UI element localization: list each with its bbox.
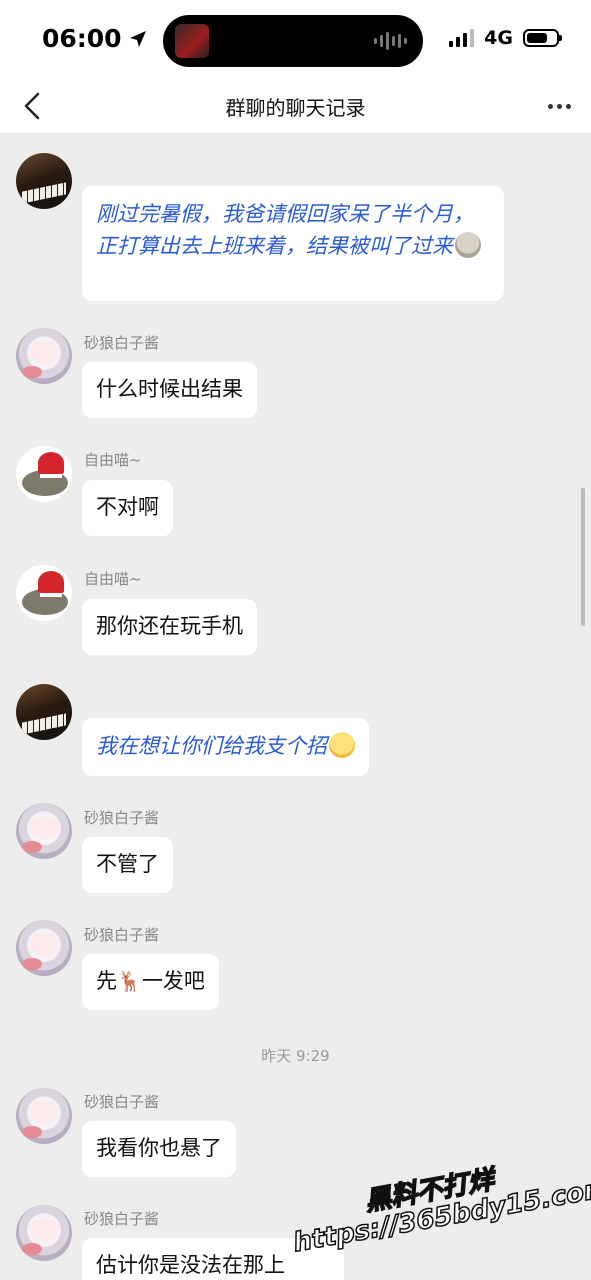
avatar[interactable] bbox=[16, 684, 72, 740]
message-text: 我在想让你们给我支个招 bbox=[96, 734, 327, 758]
sender-name: 自由喵~ bbox=[84, 451, 142, 469]
message-text: 那你还在玩手机 bbox=[96, 614, 243, 638]
message-bubble[interactable]: 不对啊 bbox=[82, 480, 173, 536]
network-type: 4G bbox=[484, 27, 513, 49]
status-time: 06:00 bbox=[42, 24, 148, 53]
message-text: 一发吧 bbox=[141, 969, 205, 993]
message-text: 什么时候出结果 bbox=[96, 377, 243, 401]
avatar[interactable] bbox=[16, 1088, 72, 1144]
message-text: 刚过完暑假，我爸请假回家呆了半个月，正打算出去上班来着，结果被叫了过来 bbox=[96, 202, 474, 258]
time-text: 06:00 bbox=[42, 24, 122, 53]
message-bubble[interactable]: 我在想让你们给我支个招 bbox=[82, 718, 369, 776]
sender-name: 自由喵~ bbox=[84, 570, 142, 588]
sender-name: 砂狼白子酱 bbox=[84, 1093, 160, 1111]
avatar[interactable] bbox=[16, 565, 72, 621]
sender-name: 砂狼白子酱 bbox=[84, 334, 160, 352]
message-text: 估计你是没法在那上 bbox=[96, 1253, 285, 1277]
avatar[interactable] bbox=[16, 803, 72, 859]
message-bubble[interactable]: 那你还在玩手机 bbox=[82, 599, 257, 655]
page-title: 群聊的聊天记录 bbox=[225, 96, 366, 120]
nav-bar: 群聊的聊天记录 bbox=[0, 80, 591, 134]
sender-name: 砂狼白子酱 bbox=[84, 809, 160, 827]
smirk-emoji-icon bbox=[329, 732, 355, 758]
message-bubble[interactable]: 不管了 bbox=[82, 837, 173, 893]
location-arrow-icon bbox=[129, 30, 146, 47]
message-text: 先 bbox=[96, 969, 117, 993]
message-bubble[interactable]: 我看你也悬了 bbox=[82, 1121, 236, 1177]
message-timestamp: 昨天 9:29 bbox=[261, 1047, 330, 1065]
signal-icon bbox=[449, 29, 475, 47]
watermark: 黑料不打烊 https://365bdy15.com bbox=[285, 1143, 591, 1280]
message-bubble[interactable]: 先🦌一发吧 bbox=[82, 954, 219, 1010]
message-text: 不管了 bbox=[96, 852, 159, 876]
message-bubble[interactable]: 刚过完暑假，我爸请假回家呆了半个月，正打算出去上班来着，结果被叫了过来 bbox=[82, 186, 504, 301]
deer-emoji-icon: 🦌 bbox=[117, 969, 142, 993]
avatar[interactable] bbox=[16, 153, 72, 209]
message-text: 我看你也悬了 bbox=[96, 1136, 222, 1160]
avatar[interactable] bbox=[16, 1205, 72, 1261]
audio-waveform-icon bbox=[374, 32, 407, 50]
scrollbar[interactable] bbox=[581, 488, 585, 626]
status-indicators: 4G bbox=[449, 27, 562, 49]
status-bar: 06:00 4G bbox=[0, 0, 591, 80]
battery-icon bbox=[523, 29, 562, 47]
more-options-icon[interactable] bbox=[543, 90, 575, 122]
avatar[interactable] bbox=[16, 446, 72, 502]
avatar[interactable] bbox=[16, 920, 72, 976]
dynamic-island[interactable] bbox=[163, 15, 423, 67]
message-bubble[interactable]: 什么时候出结果 bbox=[82, 362, 257, 418]
sender-name: 砂狼白子酱 bbox=[84, 926, 160, 944]
now-playing-artwork bbox=[175, 24, 209, 58]
avatar[interactable] bbox=[16, 328, 72, 384]
sender-name: 砂狼白子酱 bbox=[84, 1210, 160, 1228]
message-text: 不对啊 bbox=[96, 495, 159, 519]
sad-emoji-icon bbox=[455, 232, 481, 258]
